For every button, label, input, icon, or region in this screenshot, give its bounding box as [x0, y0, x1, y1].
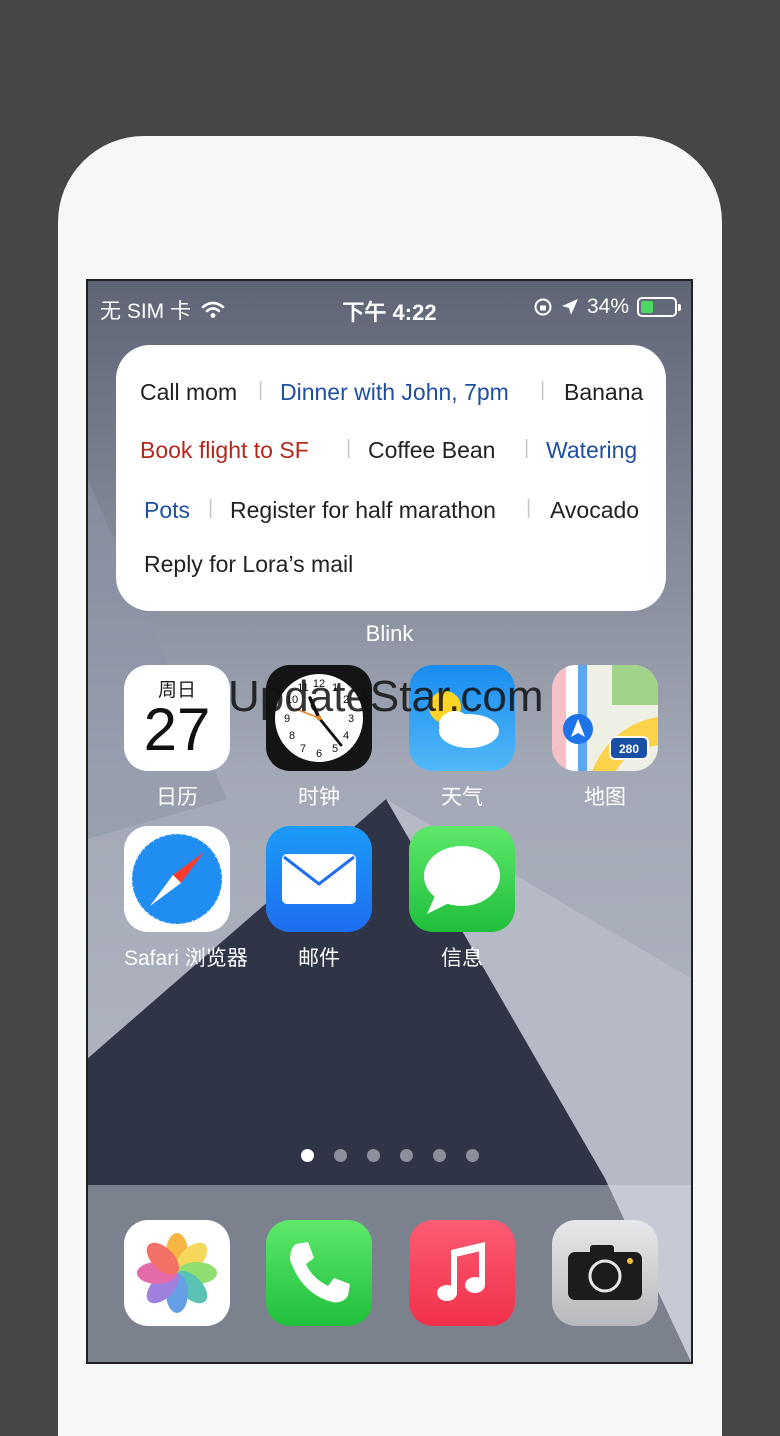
app-label: Safari 浏览器 — [124, 947, 248, 970]
separator: | — [526, 497, 532, 519]
separator: | — [258, 379, 264, 401]
widget-row: Call mom | Dinner with John, 7pm | Banan… — [116, 373, 666, 413]
app-label: 时钟 — [298, 786, 340, 809]
calendar-icon: 周日 27 — [124, 665, 230, 771]
app-messages[interactable]: 信息 — [409, 826, 515, 972]
route-shield-label: 280 — [619, 742, 639, 756]
widget-item[interactable]: Pots — [144, 497, 190, 524]
widget-row: Pots | Register for half marathon | Avoc… — [116, 491, 666, 531]
svg-text:5: 5 — [332, 743, 338, 755]
widget-item[interactable]: Coffee Bean — [368, 437, 495, 464]
battery-icon — [637, 297, 681, 317]
location-icon — [561, 299, 578, 315]
app-label: 日历 — [156, 786, 198, 809]
widget-item[interactable]: Watering — [546, 437, 637, 464]
page-dot[interactable] — [399, 1149, 413, 1162]
app-label: 天气 — [441, 786, 483, 809]
rotation-lock-icon — [534, 298, 552, 316]
app-label: 邮件 — [298, 947, 340, 970]
status-bar: 无 SIM 卡 下午 4:22 34% — [88, 281, 691, 333]
app-safari[interactable]: Safari 浏览器 — [124, 826, 248, 972]
widget-item[interactable]: Book flight to SF — [140, 437, 309, 464]
app-label: 地图 — [584, 786, 626, 809]
svg-text:7: 7 — [300, 743, 306, 755]
widget-item[interactable]: Avocado — [550, 497, 639, 524]
page-dot[interactable] — [366, 1149, 380, 1162]
messages-icon — [409, 826, 515, 932]
widget-row: Book flight to SF | Coffee Bean | Wateri… — [116, 431, 666, 471]
widget-label: Blink — [365, 621, 414, 646]
page-dot[interactable] — [300, 1149, 314, 1162]
separator: | — [524, 437, 530, 459]
app-mail[interactable]: 邮件 — [266, 826, 372, 972]
camera-icon — [552, 1220, 658, 1326]
widget-item[interactable]: Call mom — [140, 379, 237, 406]
page-indicator[interactable] — [88, 1149, 691, 1162]
music-icon — [409, 1220, 515, 1326]
app-label: 信息 — [441, 947, 483, 970]
home-screen: 无 SIM 卡 下午 4:22 34% Call mom | Dinner wi… — [86, 279, 693, 1364]
app-maps[interactable]: 280 地图 — [552, 665, 658, 811]
maps-icon: 280 — [552, 665, 658, 771]
battery-percent: 34% — [586, 295, 629, 318]
page-dot[interactable] — [465, 1149, 479, 1162]
dock — [88, 1185, 691, 1362]
svg-text:6: 6 — [316, 748, 322, 760]
mail-icon — [266, 826, 372, 932]
photos-icon — [124, 1220, 230, 1326]
svg-text:8: 8 — [289, 730, 295, 742]
widget-row: Reply for Lora’s mail — [116, 545, 666, 585]
calendar-day: 27 — [143, 696, 211, 763]
app-photos[interactable] — [124, 1220, 230, 1326]
page-dot[interactable] — [432, 1149, 446, 1162]
safari-icon — [124, 826, 230, 932]
separator: | — [346, 437, 352, 459]
widget-item[interactable]: Reply for Lora’s mail — [144, 551, 353, 578]
app-phone[interactable] — [266, 1220, 372, 1326]
status-right: 34% — [533, 295, 681, 319]
page-dot[interactable] — [333, 1149, 347, 1162]
app-music[interactable] — [409, 1220, 515, 1326]
svg-text:4: 4 — [343, 730, 349, 742]
separator: | — [208, 497, 214, 519]
app-calendar[interactable]: 周日 27 日历 — [124, 665, 230, 811]
widget-item[interactable]: Register for half marathon — [230, 497, 496, 524]
separator: | — [540, 379, 546, 401]
blink-widget[interactable]: Call mom | Dinner with John, 7pm | Banan… — [116, 345, 666, 611]
phone-icon — [266, 1220, 372, 1326]
widget-item[interactable]: Dinner with John, 7pm — [280, 379, 509, 406]
app-camera[interactable] — [552, 1220, 658, 1326]
widget-item[interactable]: Banana — [564, 379, 643, 406]
watermark-text: UpdateStar.com — [228, 672, 544, 721]
